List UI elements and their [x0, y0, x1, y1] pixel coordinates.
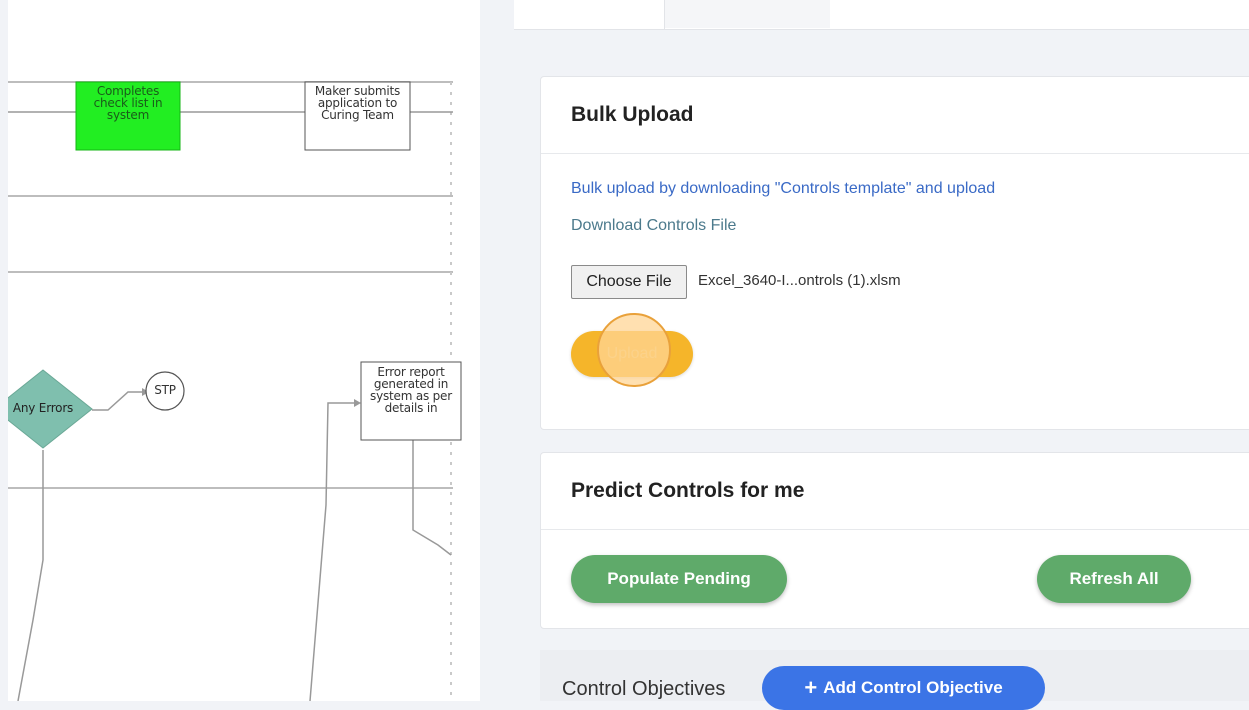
- tab-bar: [514, 0, 1249, 30]
- node-any-errors-text: Any Errors: [12, 401, 74, 415]
- add-control-objective-label: Add Control Objective: [823, 678, 1003, 697]
- connector: [309, 402, 356, 701]
- download-controls-link[interactable]: Download Controls File: [571, 217, 736, 235]
- connector: [92, 391, 144, 411]
- node-maker-text: Maker submits application to Curing Team: [314, 84, 401, 122]
- process-diagram[interactable]: Completes check list in system Maker sub…: [8, 0, 480, 701]
- control-objectives-label: Control Objectives: [562, 678, 726, 700]
- plus-icon: +: [804, 675, 818, 700]
- tab-inactive[interactable]: [665, 0, 830, 28]
- tab-active[interactable]: [514, 0, 665, 29]
- bulk-upload-card: Bulk Upload Bulk upload by downloading "…: [540, 76, 1249, 430]
- selected-file-name: Excel_3640-I...ontrols (1).xlsm: [698, 272, 901, 289]
- predict-controls-title: Predict Controls for me: [541, 453, 1249, 530]
- choose-file-button[interactable]: Choose File: [571, 265, 687, 299]
- refresh-all-button[interactable]: Refresh All: [1037, 555, 1191, 603]
- predict-controls-card: Predict Controls for me Populate Pending…: [540, 452, 1249, 629]
- bulk-upload-title: Bulk Upload: [541, 77, 1249, 154]
- connector: [412, 440, 452, 556]
- add-control-objective-button[interactable]: + Add Control Objective: [762, 666, 1045, 710]
- populate-pending-button[interactable]: Populate Pending: [571, 555, 787, 603]
- control-objectives-bar: Control Objectives + Add Control Objecti…: [540, 650, 1249, 710]
- node-error-report-text: Error report generated in system as per …: [370, 366, 452, 415]
- controls-panel: Bulk Upload Bulk upload by downloading "…: [514, 0, 1249, 710]
- bulk-upload-instruction-link[interactable]: Bulk upload by downloading "Controls tem…: [571, 180, 995, 198]
- node-completes-text: Completes check list in system: [93, 84, 163, 122]
- click-indicator: [597, 313, 671, 387]
- arrow-head: [354, 399, 361, 407]
- node-stp-text: STP: [154, 383, 176, 397]
